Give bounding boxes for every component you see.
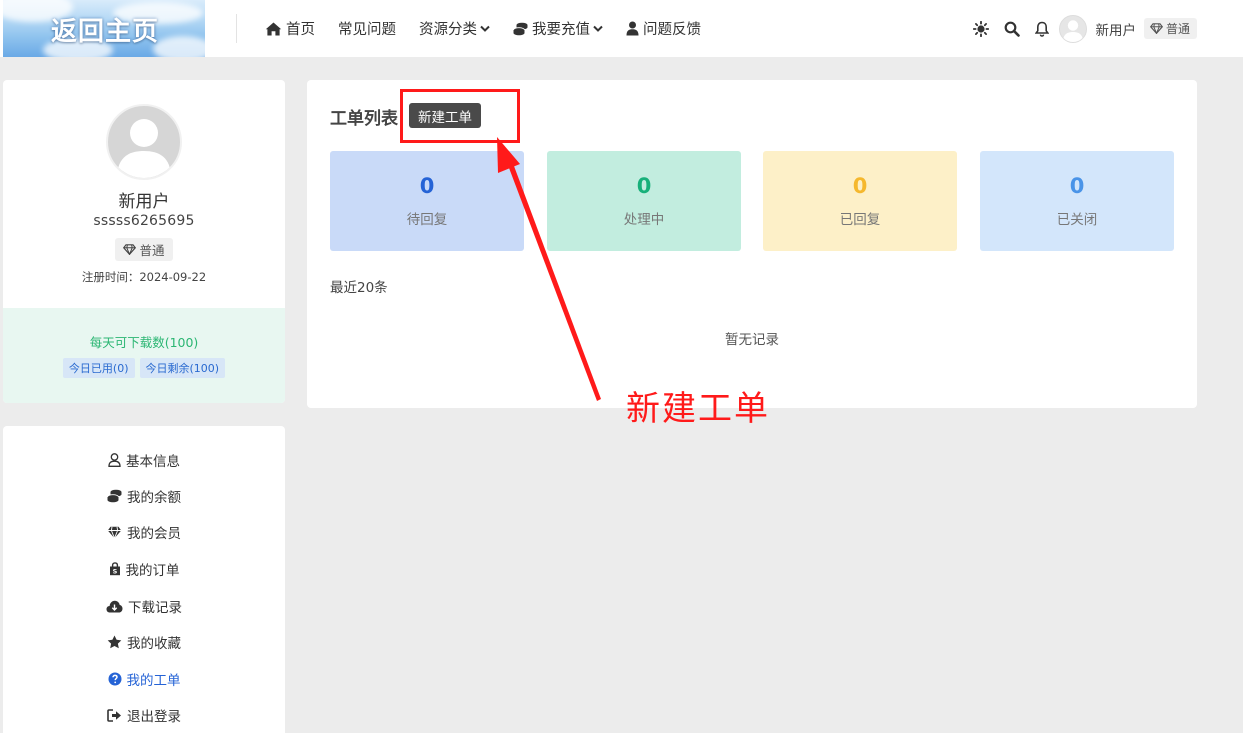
menu-item-label: 我的收藏 [127,636,181,652]
search-button[interactable] [1004,21,1021,37]
nav-recharge[interactable]: 我要充值 [513,18,603,39]
nav-feedback[interactable]: 问题反馈 [626,18,701,39]
chevron-down-icon [593,25,603,32]
profile-avatar[interactable] [106,104,182,180]
empty-state: 暂无记录 [725,332,779,348]
nav-faq[interactable]: 常见问题 [338,18,396,39]
daily-quota: 每天可下载数(100) [89,335,199,350]
menu-item-membership[interactable]: 我的会员 [3,522,285,542]
top-header: 返回主页 首页 常见问题 资源分类 我要充值 问题反馈 新用户 普通 [0,0,1243,57]
menu-item-balance[interactable]: 我的余额 [3,486,285,506]
cloud-download-icon [106,600,123,612]
home-icon [265,22,282,35]
menu-item-label: 我的订单 [125,563,180,579]
nav-home-label: 首页 [286,22,315,38]
nav-home[interactable]: 首页 [265,18,315,39]
register-time: 注册时间：2024-09-22 [81,270,207,284]
notifications-button[interactable] [1035,21,1050,37]
menu-item-label: 我的会员 [127,526,181,542]
menu-item-basic-info[interactable]: 基本信息 [3,450,285,470]
menu-item-logout[interactable]: 退出登录 [3,705,285,725]
menu-item-orders[interactable]: S 我的订单 [3,559,285,579]
coins-icon [107,489,122,503]
stat-label: 已回复 [839,212,881,228]
main-nav: 首页 常见问题 资源分类 我要充值 问题反馈 [265,0,724,57]
coins-icon [513,22,528,35]
menu-item-label: 我的余额 [127,490,181,506]
menu-item-tickets[interactable]: 我的工单 [3,669,285,689]
menu-item-label: 下载记录 [128,600,182,616]
stat-awaiting-reply[interactable]: 0 待回复 [330,151,524,251]
default-avatar-icon [117,119,171,178]
used-today-tag: 今日已用(0) [62,358,135,378]
question-circle-icon [108,672,121,686]
nav-feedback-label: 问题反馈 [643,22,701,38]
user-outline-icon [108,453,121,467]
stat-value: 0 [852,174,868,198]
stat-closed[interactable]: 0 已关闭 [980,151,1174,251]
menu-item-downloads[interactable]: 下载记录 [3,596,285,616]
header-username[interactable]: 新用户 [1095,19,1136,39]
menu-item-label: 退出登录 [127,709,181,725]
header-divider [236,14,237,43]
user-menu: 基本信息 我的余额 我的会员 S 我的订单 下载记录 我的收藏 我的工单 退出登… [3,426,285,733]
nav-resource-label: 资源分类 [419,22,477,38]
stat-value: 0 [419,174,435,198]
profile-name: 新用户 [118,192,170,212]
stat-processing[interactable]: 0 处理中 [547,151,741,251]
stat-label: 处理中 [623,212,665,228]
stat-replied[interactable]: 0 已回复 [763,151,957,251]
stat-label: 已关闭 [1056,212,1098,228]
user-icon [626,21,639,36]
home-logo-link[interactable]: 返回主页 [3,0,205,57]
nav-recharge-label: 我要充值 [532,22,590,38]
header-level-text: 普通 [1165,22,1190,36]
chevron-down-icon [480,25,490,32]
nav-faq-label: 常见问题 [338,22,396,38]
profile-level-text: 普通 [139,243,165,258]
diamond-icon [1149,23,1163,34]
profile-username: sssss6265695 [93,213,195,229]
header-avatar[interactable] [1059,14,1088,43]
profile-card: 新用户 sssss6265695 普通 注册时间：2024-09-22 每天可下… [3,80,285,403]
menu-item-favorites[interactable]: 我的收藏 [3,632,285,652]
stat-value: 0 [1069,174,1085,198]
bell-icon [1035,21,1050,37]
header-level-badge: 普通 [1143,18,1197,39]
annotation-label: 新建工单 [626,389,770,429]
sign-out-icon [107,708,121,722]
annotation-highlight-box [400,89,520,143]
theme-toggle-button[interactable] [973,20,990,37]
svg-text:S: S [112,568,117,576]
sun-icon [973,20,990,37]
shopping-bag-icon: S [109,562,120,576]
profile-level-wrap: 普通 [3,238,285,261]
nav-resource-categories[interactable]: 资源分类 [419,18,490,39]
recent-label: 最近20条 [330,280,388,296]
page-title: 工单列表 [330,109,398,129]
default-avatar-icon [1063,19,1084,42]
logo-cloud [153,36,205,57]
download-quota-panel: 每天可下载数(100) 今日已用(0) 今日剩余(100) [3,308,285,403]
menu-item-label: 我的工单 [126,673,181,689]
profile-level-badge: 普通 [115,238,173,261]
search-icon [1005,21,1021,37]
stat-value: 0 [636,174,652,198]
menu-item-label: 基本信息 [126,454,180,470]
diamond-icon [107,526,122,539]
remaining-today-tag: 今日剩余(100) [139,358,226,378]
diamond-icon [123,244,137,255]
header-tools: 新用户 普通 [958,0,1197,57]
stat-label: 待回复 [406,212,448,228]
quota-tags: 今日已用(0) 今日剩余(100) [3,358,285,378]
logo-text: 返回主页 [51,17,160,47]
star-icon [107,635,122,649]
